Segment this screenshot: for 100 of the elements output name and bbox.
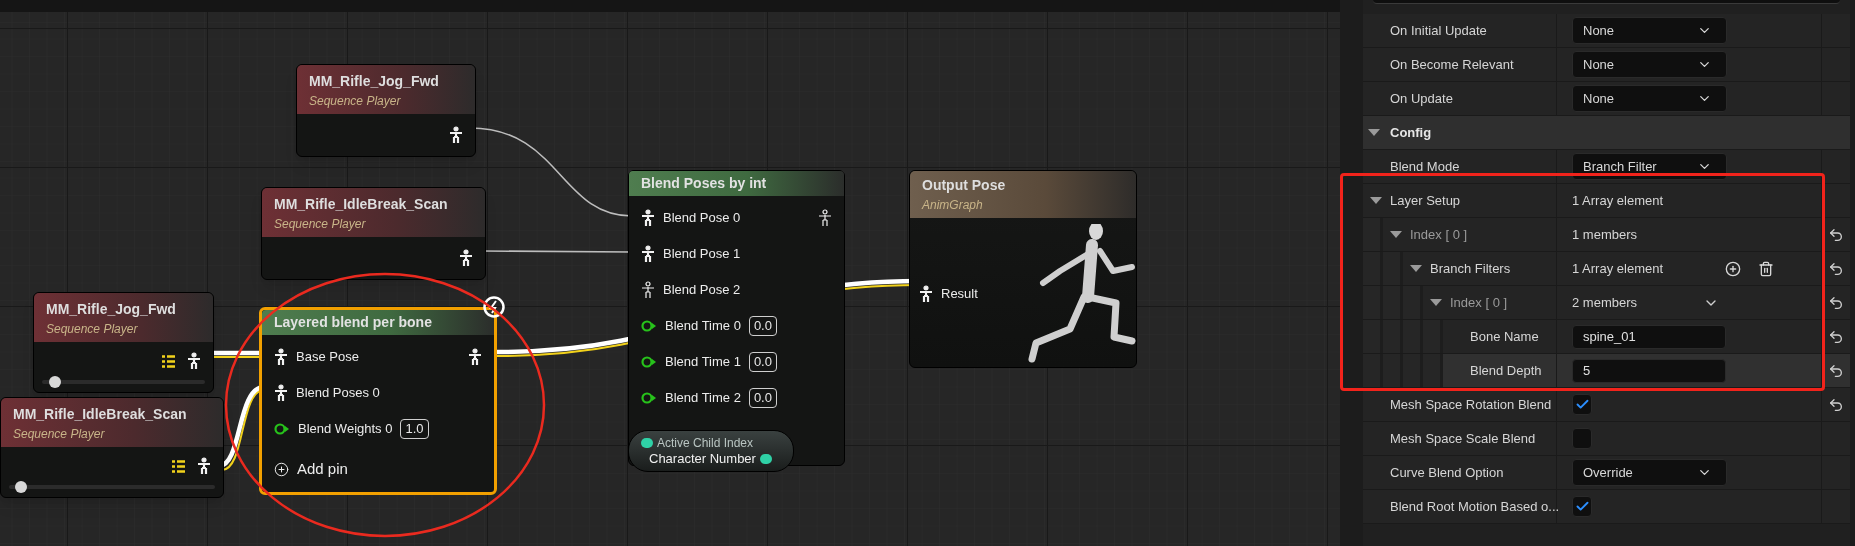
add-icon [274, 461, 289, 477]
property-value: 1 members [1572, 225, 1638, 244]
pose-pin-icon[interactable] [818, 209, 832, 227]
dropdown[interactable]: Override [1572, 459, 1727, 486]
pin-label: Blend Pose 1 [663, 245, 741, 264]
property-label: Blend Mode [1390, 157, 1460, 176]
int-pin-icon[interactable] [759, 454, 772, 464]
property-value: 1 Array element [1572, 191, 1664, 210]
pin-label: Active Child Index [657, 435, 754, 451]
expand-triangle-icon[interactable] [1370, 197, 1382, 204]
value-field[interactable]: 0.0 [748, 352, 777, 372]
sequence-player-node[interactable]: MM_Rifle_IdleBreak_Scan Sequence Player [0, 397, 224, 498]
pose-pin-icon[interactable] [187, 352, 201, 370]
node-title: MM_Rifle_IdleBreak_Scan [274, 195, 449, 214]
pose-pin-icon[interactable] [641, 209, 655, 227]
expand-triangle-icon[interactable] [1390, 231, 1402, 238]
expand-triangle-icon[interactable] [1410, 265, 1422, 272]
reset-icon[interactable] [1828, 226, 1844, 243]
sequence-player-node[interactable]: MM_Rifle_IdleBreak_Scan Sequence Player [261, 187, 486, 280]
pose-pin-icon[interactable] [449, 126, 463, 144]
reset-icon[interactable] [1828, 294, 1844, 311]
pose-pin-icon[interactable] [468, 348, 482, 366]
value-field[interactable]: 1.0 [400, 419, 429, 439]
int-pin-icon[interactable] [641, 438, 653, 448]
delete-icon[interactable] [1758, 260, 1775, 277]
blend-node[interactable]: Layered blend per bone Base Pose Blend Poses 0 Blend Weights 0 1.0 Add pin [259, 307, 497, 495]
property-label: Blend Root Motion Based o... [1390, 497, 1560, 516]
reset-icon[interactable] [1828, 328, 1844, 345]
category-label: Config [1390, 123, 1432, 142]
node-title: MM_Rifle_Jog_Fwd [309, 72, 440, 91]
pin-label: Blend Pose 2 [663, 281, 741, 300]
variable-node[interactable]: Active Child Index Character Number [628, 430, 794, 472]
node-title: Output Pose [922, 176, 1007, 195]
dropdown[interactable]: None [1572, 51, 1727, 78]
graph-canvas[interactable] [0, 0, 1340, 546]
node-subtitle: AnimGraph [922, 197, 984, 214]
slider-thumb[interactable] [15, 481, 28, 493]
category-header[interactable]: Config [1363, 116, 1850, 150]
text-field[interactable]: 5 [1572, 358, 1726, 383]
reset-icon[interactable] [1828, 362, 1844, 379]
add-pin-button[interactable]: Add pin [262, 451, 494, 487]
property-label: Blend Depth [1470, 361, 1542, 380]
pose-pin-icon[interactable] [641, 245, 655, 263]
list-icon[interactable] [172, 459, 185, 473]
checkbox[interactable] [1572, 394, 1592, 415]
property-label: Mesh Space Scale Blend [1390, 429, 1536, 448]
pin-label: Base Pose [296, 348, 359, 367]
list-icon[interactable] [162, 354, 175, 368]
expand-triangle-icon[interactable] [1430, 299, 1442, 306]
check-icon [1574, 499, 1590, 514]
property-label: Index [ 0 ] [1410, 225, 1468, 244]
node-title: Layered blend per bone [274, 313, 432, 332]
property-label: Curve Blend Option [1390, 463, 1504, 482]
node-subtitle: Sequence Player [309, 93, 402, 110]
property-label: Bone Name [1470, 327, 1539, 346]
pose-pin-icon[interactable] [641, 281, 655, 299]
slider-thumb[interactable] [48, 376, 61, 388]
pose-pin-icon[interactable] [919, 284, 933, 303]
pin-label: Result [941, 285, 978, 303]
float-pin-icon[interactable] [641, 355, 657, 369]
property-label: Layer Setup [1390, 191, 1461, 210]
node-title: MM_Rifle_Jog_Fwd [46, 300, 177, 319]
checkbox[interactable] [1572, 428, 1592, 449]
float-pin-icon[interactable] [274, 422, 290, 436]
pose-pin-icon[interactable] [197, 457, 211, 475]
add-element-icon[interactable] [1725, 260, 1742, 277]
pin-label: Blend Poses 0 [296, 384, 380, 403]
value-field[interactable]: 0.0 [748, 316, 777, 336]
reset-icon[interactable] [1828, 260, 1844, 277]
check-icon [1574, 397, 1590, 412]
reset-icon[interactable] [1828, 396, 1844, 413]
checkbox[interactable] [1572, 496, 1592, 517]
node-title: MM_Rifle_IdleBreak_Scan [13, 405, 188, 424]
pose-pin-icon[interactable] [274, 348, 288, 366]
lightning-badge-icon [482, 295, 506, 319]
property-value: 1 Array element [1572, 259, 1664, 278]
expand-triangle-icon[interactable] [1368, 129, 1380, 136]
pose-pin-icon[interactable] [274, 384, 288, 402]
property-label: Index [ 0 ] [1450, 293, 1508, 312]
property-label: On Update [1390, 89, 1453, 108]
dropdown[interactable]: None [1572, 17, 1727, 44]
node-subtitle: Sequence Player [274, 216, 367, 233]
value-field[interactable]: 0.0 [748, 388, 777, 408]
pin-label: Blend Time 0 [665, 317, 741, 336]
property-label: On Initial Update [1390, 21, 1487, 40]
sequence-player-node[interactable]: MM_Rifle_Jog_Fwd Sequence Player [33, 292, 214, 393]
float-pin-icon[interactable] [641, 319, 657, 333]
dropdown[interactable]: None [1572, 85, 1727, 112]
variable-label: Character Number [649, 451, 756, 467]
property-label: Mesh Space Rotation Blend [1390, 395, 1552, 414]
sequence-player-node[interactable]: MM_Rifle_Jog_Fwd Sequence Player [296, 64, 476, 157]
float-pin-icon[interactable] [641, 391, 657, 405]
node-subtitle: Sequence Player [13, 426, 106, 443]
property-label: Branch Filters [1430, 259, 1511, 278]
text-field[interactable]: spine_01 [1572, 324, 1726, 349]
pose-pin-icon[interactable] [459, 249, 473, 267]
node-subtitle: Sequence Player [46, 321, 139, 338]
pin-label: Blend Time 1 [665, 353, 741, 372]
output-pose-node[interactable]: Output Pose AnimGraph Result [909, 170, 1137, 368]
pin-label: Blend Pose 0 [663, 209, 741, 228]
